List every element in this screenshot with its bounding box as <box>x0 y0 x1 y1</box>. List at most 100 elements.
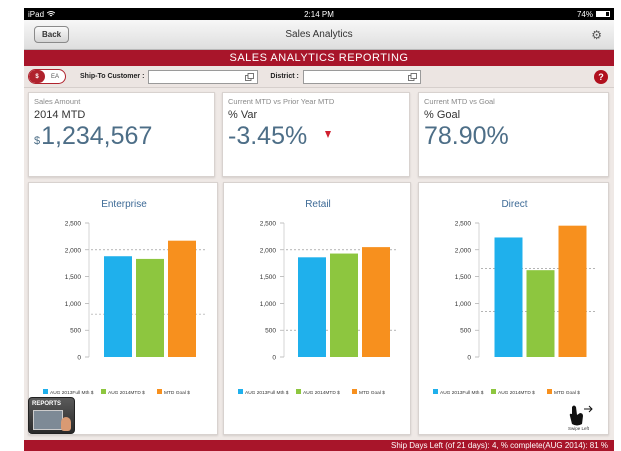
legend-label: MTD Goal $ <box>164 390 190 396</box>
ship-to-label: Ship-To Customer : <box>80 73 145 80</box>
kpi-caption: Current MTD vs Prior Year MTD <box>228 97 335 106</box>
reports-label: REPORTS <box>32 401 62 407</box>
kpi-prior-year-variance: Current MTD vs Prior Year MTD % Var -3.4… <box>222 92 410 177</box>
kpi-value-row: -3.45% <box>228 122 404 151</box>
bar <box>494 237 523 357</box>
chart-title: Retail <box>305 199 331 210</box>
kpi-goal: Current MTD vs Goal % Goal 78.90% <box>418 92 609 177</box>
report-banner: SALES ANALYTICS REPORTING <box>24 50 614 66</box>
chart-title: Enterprise <box>101 199 147 210</box>
status-time: 2:14 PM <box>304 9 334 19</box>
help-icon[interactable]: ? <box>594 70 608 84</box>
district-field[interactable] <box>302 69 421 84</box>
kpi-value-row: $ 1,234,567 <box>34 122 209 151</box>
bar <box>526 270 555 357</box>
legend-label: AUG 2013Full Mth $ <box>50 390 94 396</box>
back-button[interactable]: Back <box>34 26 70 43</box>
y-tick-label: 2,500 <box>455 221 472 228</box>
legend-label: AUG 2013Full Mth $ <box>245 390 289 396</box>
status-right: 74% <box>577 10 610 19</box>
nav-title: Sales Analytics <box>285 29 353 40</box>
status-bar: iPad 2:14 PM 74% <box>24 8 614 20</box>
bar <box>136 258 164 357</box>
copy-icon[interactable] <box>407 72 417 81</box>
kpi-sales-amount: Sales Amount 2014 MTD $ 1,234,567 <box>28 92 215 177</box>
kpi-caption: Current MTD vs Goal <box>424 97 495 106</box>
bar <box>168 240 196 357</box>
bar <box>298 257 326 357</box>
legend-label: MTD Goal $ <box>554 390 580 396</box>
y-tick-label: 2,000 <box>455 247 472 254</box>
legend-swatch <box>43 389 48 394</box>
kpi-caption: Sales Amount <box>34 97 81 106</box>
kpi-value: 78.90% <box>424 122 509 150</box>
legend-swatch <box>157 389 162 394</box>
legend-label: AUG 2013Full Mth $ <box>440 390 484 396</box>
status-left: iPad <box>28 9 56 19</box>
kpi-subtitle: 2014 MTD <box>34 109 86 121</box>
legend-label: AUG 2014MTD $ <box>498 390 535 396</box>
tablet-icon <box>33 410 63 430</box>
y-tick-label: 1,000 <box>65 301 82 308</box>
district-label: District : <box>270 73 299 80</box>
kpi-value: -3.45% <box>228 122 308 150</box>
bar <box>362 247 390 357</box>
y-tick-label: 1,500 <box>65 274 82 281</box>
y-tick-label: 2,000 <box>65 247 82 254</box>
arrow-down-icon <box>325 131 332 138</box>
filter-bar: $ EA Ship-To Customer : District : ? <box>24 66 614 88</box>
y-tick-label: 500 <box>70 328 81 335</box>
legend-swatch <box>352 389 357 394</box>
kpi-value-row: 78.90% <box>424 122 603 151</box>
y-tick-label: 0 <box>467 355 471 362</box>
legend-swatch <box>433 389 438 394</box>
y-tick-label: 2,500 <box>65 221 82 228</box>
y-tick-label: 500 <box>460 328 471 335</box>
y-tick-label: 500 <box>265 328 276 335</box>
kpi-value: 1,234,567 <box>41 122 153 150</box>
y-tick-label: 1,500 <box>260 274 277 281</box>
retail-bar-chart: Retail 0 500 1,000 1,500 2,000 2,500 AUG 2013Fu… <box>238 199 398 396</box>
battery-percent: 74% <box>576 9 593 19</box>
device-name: iPad <box>28 9 45 19</box>
y-tick-label: 0 <box>272 355 276 362</box>
kpi-subtitle: % Goal <box>424 109 461 121</box>
swipe-label: Swipe Left <box>568 426 590 431</box>
legend-swatch <box>296 389 301 394</box>
chart-title: Direct <box>501 199 527 210</box>
hand-icon <box>61 417 71 431</box>
app-frame: iPad 2:14 PM 74% Back Sales Analytics ⚙ … <box>24 8 614 451</box>
legend-swatch <box>238 389 243 394</box>
direct-bar-chart: Direct 0 500 1,000 1,500 2,000 2,500 AUG 2013Fu… <box>433 199 596 396</box>
wifi-icon <box>47 11 56 17</box>
status-footer: Ship Days Left (of 21 days): 4, % comple… <box>24 440 614 451</box>
copy-icon[interactable] <box>245 72 255 81</box>
legend-swatch <box>491 389 496 394</box>
chart-panel-direct: Direct 0 500 1,000 1,500 2,000 2,500 AUG 2013Fu… <box>418 182 609 435</box>
reports-button[interactable]: REPORTS <box>28 397 75 434</box>
toggle-each[interactable]: EA <box>45 70 65 83</box>
legend-swatch <box>547 389 552 394</box>
y-tick-label: 2,000 <box>260 247 277 254</box>
currency-unit-toggle[interactable]: $ EA <box>28 69 66 84</box>
swipe-hint: Swipe Left <box>562 403 598 433</box>
legend-label: AUG 2014MTD $ <box>108 390 145 396</box>
battery-icon <box>596 11 610 17</box>
y-tick-label: 2,500 <box>260 221 277 228</box>
navigation-bar: Back Sales Analytics ⚙ <box>24 20 614 50</box>
swipe-hand-icon <box>569 405 593 426</box>
y-tick-label: 1,000 <box>260 301 277 308</box>
toggle-dollar[interactable]: $ <box>29 70 45 83</box>
kpi-currency-prefix: $ <box>34 135 41 147</box>
bar <box>104 256 132 357</box>
legend-swatch <box>101 389 106 394</box>
y-tick-label: 1,500 <box>455 274 472 281</box>
y-tick-label: 0 <box>77 355 81 362</box>
legend-label: AUG 2014MTD $ <box>303 390 340 396</box>
ship-to-field[interactable] <box>148 69 259 84</box>
kpi-subtitle: % Var <box>228 109 258 121</box>
y-tick-label: 1,000 <box>455 301 472 308</box>
chart-panel-retail: Retail 0 500 1,000 1,500 2,000 2,500 AUG 2013Fu… <box>223 182 411 435</box>
gear-icon[interactable]: ⚙ <box>591 28 602 42</box>
legend-label: MTD Goal $ <box>359 390 385 396</box>
